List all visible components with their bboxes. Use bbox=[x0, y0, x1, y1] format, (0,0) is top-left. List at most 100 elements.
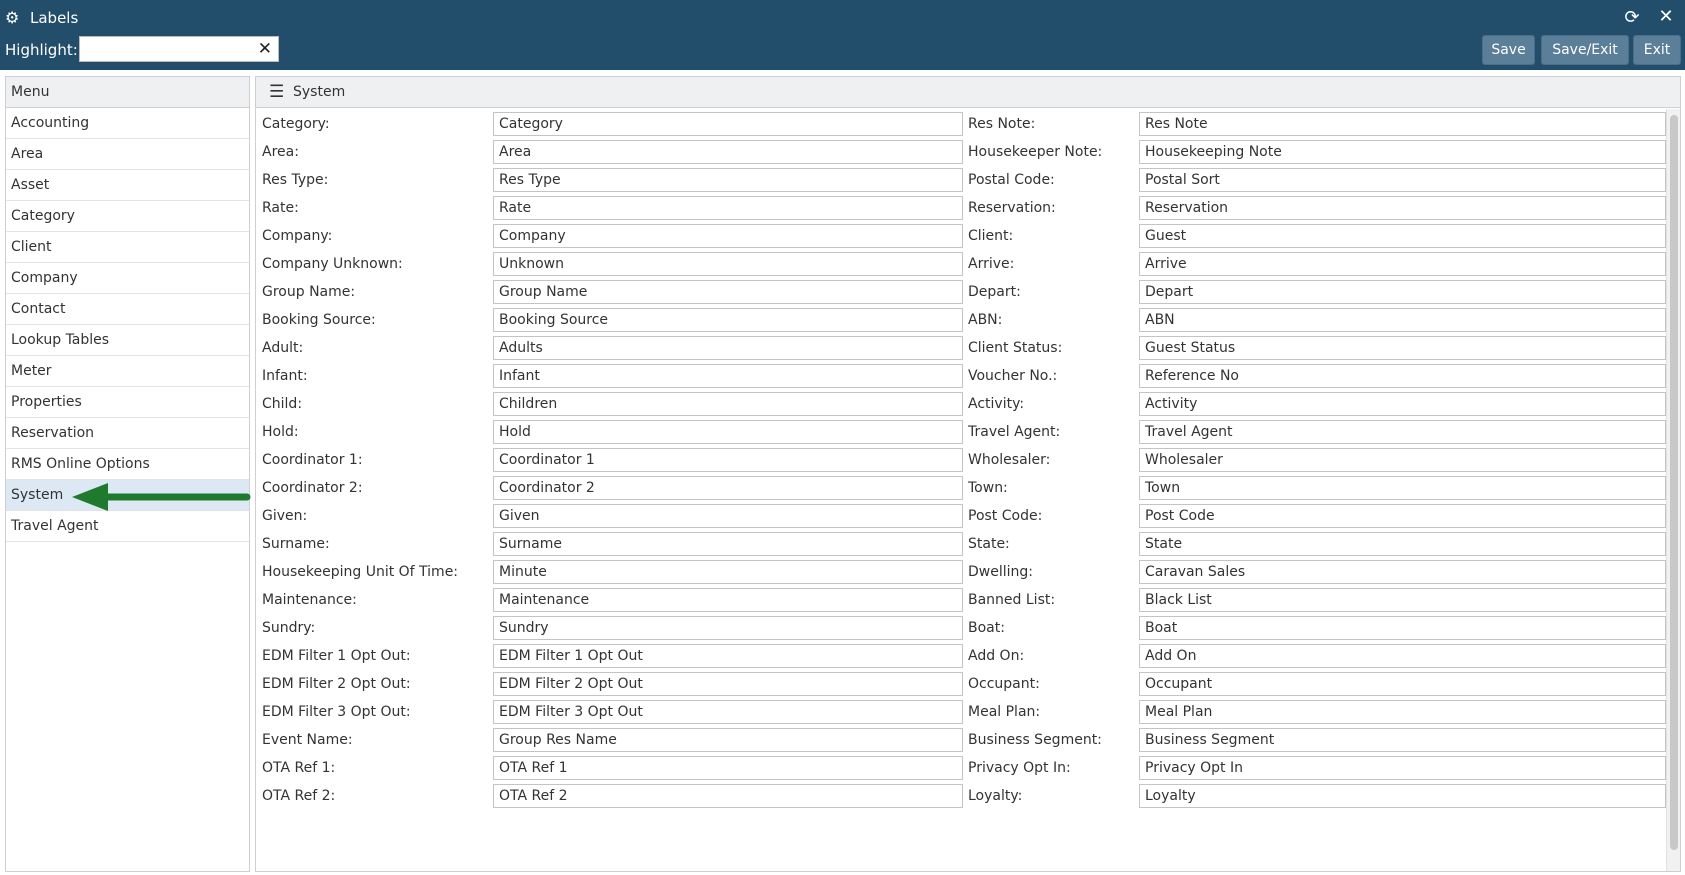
privacy-opt-in-input[interactable]: Privacy Opt In bbox=[1139, 756, 1666, 780]
group-name-label: Group Name: bbox=[262, 284, 356, 300]
ota-ref-2-input[interactable]: OTA Ref 2 bbox=[493, 784, 963, 808]
menu-item-company[interactable]: Company bbox=[6, 263, 249, 294]
edm-filter-1-opt-out-input[interactable]: EDM Filter 1 Opt Out bbox=[493, 644, 963, 668]
banned-list-input[interactable]: Black List bbox=[1139, 588, 1666, 612]
state-input[interactable]: State bbox=[1139, 532, 1666, 556]
boat-input[interactable]: Boat bbox=[1139, 616, 1666, 640]
housekeeping-unit-of-time-input[interactable]: Minute bbox=[493, 560, 963, 584]
abn-input[interactable]: ABN bbox=[1139, 308, 1666, 332]
maintenance-input[interactable]: Maintenance bbox=[493, 588, 963, 612]
highlight-input[interactable] bbox=[80, 37, 250, 61]
hamburger-menu-icon[interactable]: ☰ bbox=[269, 83, 284, 101]
menu-item-asset[interactable]: Asset bbox=[6, 170, 249, 201]
activity-input[interactable]: Activity bbox=[1139, 392, 1666, 416]
housekeeper-note-input[interactable]: Housekeeping Note bbox=[1139, 140, 1666, 164]
save-button[interactable]: Save bbox=[1482, 35, 1535, 65]
menu-item-area[interactable]: Area bbox=[6, 139, 249, 170]
given-label: Given: bbox=[262, 508, 308, 524]
form-row: Infant: Infant Voucher No.: Reference No bbox=[256, 361, 1666, 391]
voucher-no-label: Voucher No.: bbox=[968, 368, 1058, 384]
menu-item-rms-online-options[interactable]: RMS Online Options bbox=[6, 449, 249, 480]
ota-ref-1-input[interactable]: OTA Ref 1 bbox=[493, 756, 963, 780]
form-row: Maintenance: Maintenance Banned List: Black… bbox=[256, 585, 1666, 615]
form-area: Category: Category Res Note: Res Note Area: A… bbox=[256, 109, 1666, 871]
menu-item-category[interactable]: Category bbox=[6, 201, 249, 232]
booking-source-input[interactable]: Booking Source bbox=[493, 308, 963, 332]
reservation-input[interactable]: Reservation bbox=[1139, 196, 1666, 220]
group-name-input[interactable]: Group Name bbox=[493, 280, 963, 304]
add-on-input[interactable]: Add On bbox=[1139, 644, 1666, 668]
travel-agent-input[interactable]: Travel Agent bbox=[1139, 420, 1666, 444]
menu-item-reservation[interactable]: Reservation bbox=[6, 418, 249, 449]
arrive-input[interactable]: Arrive bbox=[1139, 252, 1666, 276]
depart-input[interactable]: Depart bbox=[1139, 280, 1666, 304]
coordinator-1-label: Coordinator 1: bbox=[262, 452, 363, 468]
menu-item-meter[interactable]: Meter bbox=[6, 356, 249, 387]
privacy-opt-in-label: Privacy Opt In: bbox=[968, 760, 1071, 776]
vertical-scrollbar[interactable] bbox=[1666, 109, 1680, 871]
infant-input[interactable]: Infant bbox=[493, 364, 963, 388]
loyalty-input[interactable]: Loyalty bbox=[1139, 784, 1666, 808]
exit-button[interactable]: Exit bbox=[1633, 35, 1681, 65]
edm-filter-2-opt-out-input[interactable]: EDM Filter 2 Opt Out bbox=[493, 672, 963, 696]
form-row: Area: Area Housekeeper Note: Housekeeping N… bbox=[256, 137, 1666, 167]
edm-filter-3-opt-out-input[interactable]: EDM Filter 3 Opt Out bbox=[493, 700, 963, 724]
meal-plan-input[interactable]: Meal Plan bbox=[1139, 700, 1666, 724]
form-row: Adult: Adults Client Status: Guest Status bbox=[256, 333, 1666, 363]
hold-input[interactable]: Hold bbox=[493, 420, 963, 444]
menu-item-properties[interactable]: Properties bbox=[6, 387, 249, 418]
window-title: Labels bbox=[30, 9, 79, 27]
company-unknown-input[interactable]: Unknown bbox=[493, 252, 963, 276]
sidebar: Menu Accounting Area Asset Category Client Co… bbox=[5, 76, 250, 872]
arrive-label: Arrive: bbox=[968, 256, 1015, 272]
clear-icon[interactable]: ✕ bbox=[258, 38, 272, 60]
rate-input[interactable]: Rate bbox=[493, 196, 963, 220]
adult-label: Adult: bbox=[262, 340, 304, 356]
scrollbar-thumb[interactable] bbox=[1670, 115, 1678, 850]
occupant-input[interactable]: Occupant bbox=[1139, 672, 1666, 696]
client-status-input[interactable]: Guest Status bbox=[1139, 336, 1666, 360]
close-icon[interactable]: ✕ bbox=[1655, 6, 1677, 28]
travel-agent-label: Travel Agent: bbox=[968, 424, 1061, 440]
boat-label: Boat: bbox=[968, 620, 1005, 636]
sundry-input[interactable]: Sundry bbox=[493, 616, 963, 640]
child-input[interactable]: Children bbox=[493, 392, 963, 416]
company-input[interactable]: Company bbox=[493, 224, 963, 248]
business-segment-input[interactable]: Business Segment bbox=[1139, 728, 1666, 752]
refresh-icon[interactable]: ⟳ bbox=[1621, 7, 1643, 29]
form-row: Company: Company Client: Guest bbox=[256, 221, 1666, 251]
menu-item-contact[interactable]: Contact bbox=[6, 294, 249, 325]
highlight-label: Highlight: bbox=[5, 41, 78, 59]
wholesaler-input[interactable]: Wholesaler bbox=[1139, 448, 1666, 472]
menu-item-travel-agent[interactable]: Travel Agent bbox=[6, 511, 249, 542]
add-on-label: Add On: bbox=[968, 648, 1025, 664]
client-input[interactable]: Guest bbox=[1139, 224, 1666, 248]
event-name-input[interactable]: Group Res Name bbox=[493, 728, 963, 752]
coordinator-2-input[interactable]: Coordinator 2 bbox=[493, 476, 963, 500]
voucher-no-input[interactable]: Reference No bbox=[1139, 364, 1666, 388]
post-code-input[interactable]: Post Code bbox=[1139, 504, 1666, 528]
client-status-label: Client Status: bbox=[968, 340, 1063, 356]
given-input[interactable]: Given bbox=[493, 504, 963, 528]
menu-item-client[interactable]: Client bbox=[6, 232, 249, 263]
coordinator-1-input[interactable]: Coordinator 1 bbox=[493, 448, 963, 472]
company-unknown-label: Company Unknown: bbox=[262, 256, 403, 272]
res-type-input[interactable]: Res Type bbox=[493, 168, 963, 192]
menu-item-lookup-tables[interactable]: Lookup Tables bbox=[6, 325, 249, 356]
postal-code-input[interactable]: Postal Sort bbox=[1139, 168, 1666, 192]
form-row: EDM Filter 3 Opt Out: EDM Filter 3 Opt Ou… bbox=[256, 697, 1666, 727]
res-note-input[interactable]: Res Note bbox=[1139, 112, 1666, 136]
town-input[interactable]: Town bbox=[1139, 476, 1666, 500]
panel-title: System bbox=[293, 84, 346, 100]
surname-input[interactable]: Surname bbox=[493, 532, 963, 556]
housekeeper-note-label: Housekeeper Note: bbox=[968, 144, 1103, 160]
save-exit-button[interactable]: Save/Exit bbox=[1541, 35, 1629, 65]
adult-input[interactable]: Adults bbox=[493, 336, 963, 360]
menu-item-accounting[interactable]: Accounting bbox=[6, 108, 249, 139]
housekeeping-unit-of-time-label: Housekeeping Unit Of Time: bbox=[262, 564, 459, 580]
form-row: Given: Given Post Code: Post Code bbox=[256, 501, 1666, 531]
occupant-label: Occupant: bbox=[968, 676, 1040, 692]
area-input[interactable]: Area bbox=[493, 140, 963, 164]
dwelling-input[interactable]: Caravan Sales bbox=[1139, 560, 1666, 584]
category-input[interactable]: Category bbox=[493, 112, 963, 136]
